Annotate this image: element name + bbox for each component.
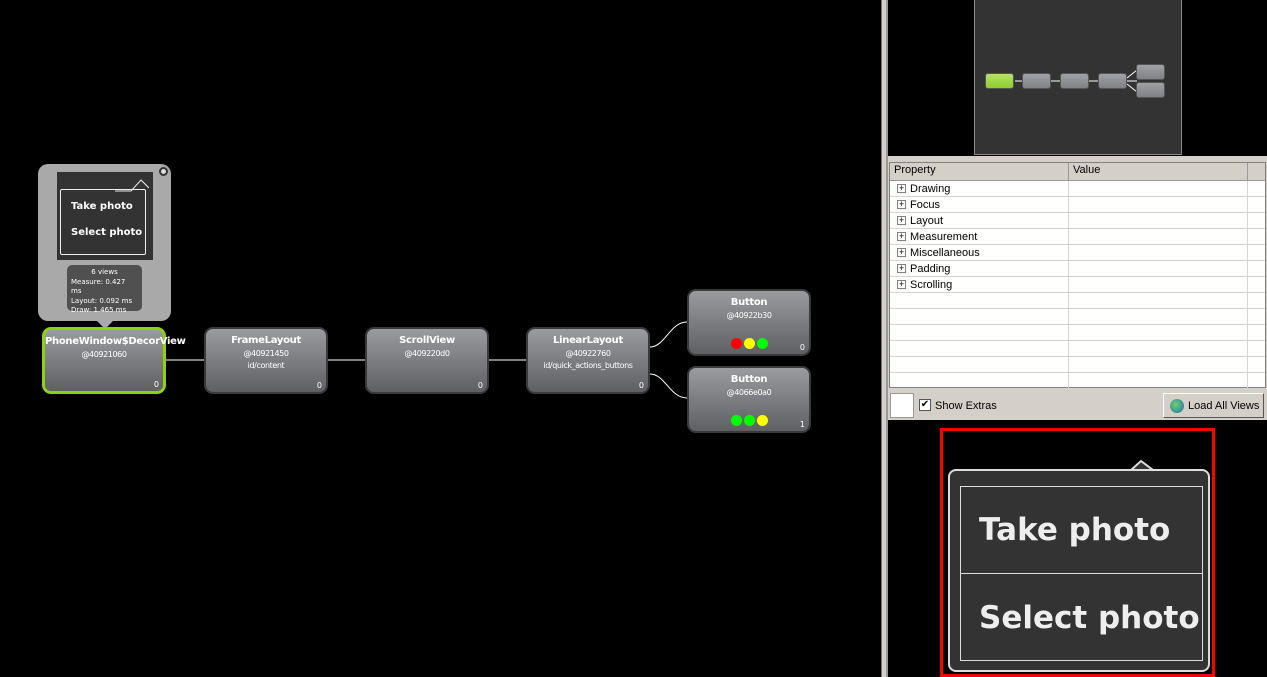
expand-icon[interactable]: +	[897, 200, 906, 209]
close-icon[interactable]	[159, 167, 168, 176]
show-extras-label[interactable]: Show Extras	[935, 400, 997, 412]
node-class: ScrollView	[399, 335, 455, 346]
indicator-dot	[730, 415, 742, 426]
node-index: 0	[638, 381, 644, 390]
preview-item: Take photo	[71, 201, 133, 212]
node-tooltip: Take photo Select photo 6 views Measure: …	[38, 164, 171, 329]
node-class: Button	[730, 374, 768, 385]
performance-indicators	[689, 415, 809, 426]
node-class: PhoneWindow$DecorView	[45, 336, 186, 347]
menu-item-take-photo: Take photo	[961, 487, 1202, 574]
measure-time: Measure: 0.427 ms	[71, 277, 126, 296]
expand-icon[interactable]: +	[897, 216, 906, 225]
node-hash: @409220d0	[404, 349, 450, 358]
node-class: FrameLayout	[231, 335, 301, 346]
timing-stats: 6 views Measure: 0.427 ms Layout: 0.092 …	[67, 265, 142, 314]
node-hash: @40922b30	[726, 311, 772, 320]
property-row[interactable]: + Miscellaneous	[890, 245, 1265, 261]
node-index: 0	[316, 381, 322, 390]
menu-item-select-photo: Select photo	[979, 599, 1200, 636]
indicator-dot	[743, 338, 755, 349]
property-group: Scrolling	[910, 278, 953, 291]
performance-indicators	[689, 338, 809, 349]
overview-viewport[interactable]	[974, 0, 1182, 155]
node-id: id/quick_actions_buttons	[543, 361, 633, 370]
expand-icon[interactable]: +	[897, 184, 906, 193]
node-hash: @40921450	[243, 349, 289, 358]
node-id: id/content	[247, 361, 285, 370]
highlight-box: Take photo Select photo	[940, 428, 1215, 677]
mini-node	[1136, 82, 1165, 98]
load-all-label: Load All Views	[1188, 399, 1260, 412]
property-panel: Property Value + Drawing + Focus + Layout + Meas…	[888, 156, 1267, 390]
property-row	[890, 293, 1265, 309]
mini-node	[1022, 73, 1051, 89]
layout-preview: Take photo Select photo	[888, 420, 1267, 677]
layout-time: Layout: 0.092 ms	[71, 296, 133, 305]
property-group: Measurement	[910, 230, 978, 243]
expand-icon[interactable]: +	[897, 248, 906, 257]
property-row[interactable]: + Drawing	[890, 181, 1265, 197]
property-row[interactable]: + Measurement	[890, 229, 1265, 245]
mini-node	[1098, 73, 1127, 89]
property-group: Miscellaneous	[910, 246, 980, 259]
preview-item: Select photo	[71, 227, 143, 238]
node-hash: @40921060	[81, 350, 127, 359]
property-row[interactable]: + Focus	[890, 197, 1265, 213]
show-extras-checkbox[interactable]: ✔	[919, 399, 931, 411]
view-node[interactable]: Button @4066e0a0 1	[687, 366, 811, 433]
property-row	[890, 325, 1265, 341]
color-swatch[interactable]	[890, 393, 914, 418]
view-hierarchy-canvas[interactable]: Take photo Select photo 6 views Measure: …	[0, 0, 881, 677]
property-row[interactable]: + Padding	[890, 261, 1265, 277]
column-header-value[interactable]: Value	[1069, 163, 1248, 180]
mini-node	[1136, 64, 1165, 80]
globe-icon	[1170, 398, 1184, 413]
node-index: 0	[153, 380, 159, 389]
draw-time: Draw: 1.465 ms	[71, 306, 127, 314]
property-table[interactable]: Property Value + Drawing + Focus + Layout + Meas…	[889, 162, 1266, 389]
tooltip-preview: Take photo Select photo	[57, 172, 153, 260]
view-node[interactable]: LinearLayout @40922760 id/quick_actions_bu…	[526, 327, 650, 394]
property-row[interactable]: + Layout	[890, 213, 1265, 229]
property-row	[890, 373, 1265, 389]
expand-icon[interactable]: +	[897, 264, 906, 273]
node-class: Button	[730, 297, 768, 308]
view-node[interactable]: ScrollView @409220d0 0	[365, 327, 489, 394]
property-group: Padding	[910, 262, 951, 275]
mini-node	[985, 73, 1014, 89]
view-node[interactable]: Button @40922b30 0	[687, 289, 811, 356]
indicator-dot	[743, 415, 755, 426]
indicator-dot	[730, 338, 742, 349]
node-hash: @40922760	[565, 349, 611, 358]
property-row	[890, 357, 1265, 373]
column-header-property[interactable]: Property	[890, 163, 1069, 180]
view-node[interactable]: FrameLayout @40921450 id/content 0	[204, 327, 328, 394]
toolbar: ✔ Show Extras Load All Views	[888, 390, 1267, 420]
view-count: 6 views	[91, 268, 118, 276]
expand-icon[interactable]: +	[897, 280, 906, 289]
property-group: Focus	[910, 198, 940, 211]
overview-panel[interactable]	[888, 0, 1267, 156]
property-row[interactable]: + Scrolling	[890, 277, 1265, 293]
property-row	[890, 341, 1265, 357]
node-class: LinearLayout	[553, 335, 623, 346]
indicator-dot	[756, 338, 768, 349]
node-hash: @4066e0a0	[726, 388, 772, 397]
property-group: Drawing	[910, 182, 951, 195]
panel-splitter[interactable]	[881, 0, 888, 677]
node-index: 0	[477, 381, 483, 390]
property-row	[890, 309, 1265, 325]
property-group: Layout	[910, 214, 944, 227]
expand-icon[interactable]: +	[897, 232, 906, 241]
load-all-views-button[interactable]: Load All Views	[1163, 393, 1264, 418]
popup-menu: Take photo Select photo	[948, 469, 1210, 672]
mini-node	[1060, 73, 1089, 89]
indicator-dot	[756, 415, 768, 426]
view-node[interactable]: PhoneWindow$DecorView @40921060 0	[42, 327, 186, 394]
